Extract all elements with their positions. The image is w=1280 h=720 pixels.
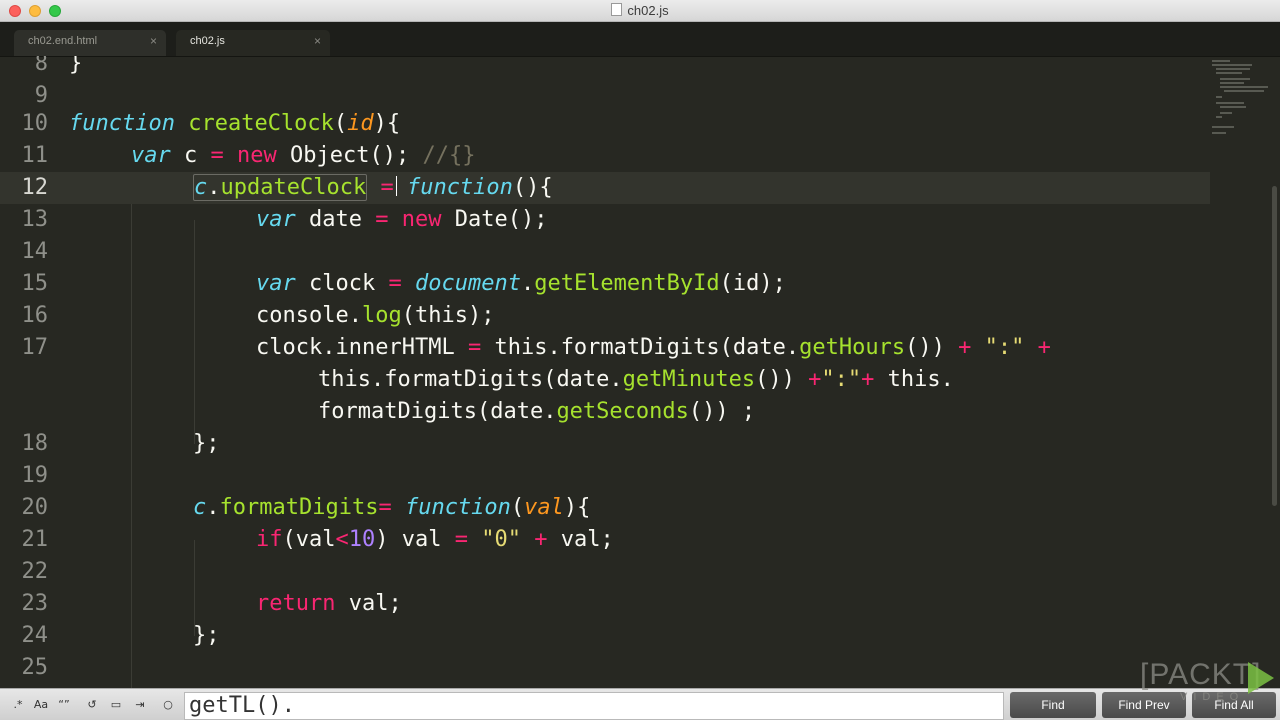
line-number: 19 (21, 463, 49, 488)
tab-ch02-end-html[interactable]: ch02.end.html × (14, 30, 166, 56)
code-text: c.formatDigits= function(val){ (193, 495, 591, 520)
show-context-toggle-icon[interactable]: ○ (158, 696, 178, 714)
line-number: 15 (21, 271, 49, 296)
packt-logo-sub: VIDEO (1180, 691, 1245, 703)
code-text: var clock = document.getElementById(id); (256, 271, 786, 296)
code-text: clock.innerHTML = this.formatDigits(date… (256, 335, 1051, 360)
code-editor[interactable]: 8 } 9 10 function createClock(id){ 11 va… (0, 56, 1280, 688)
code-line: 14 (0, 236, 1210, 268)
find-bar: .* Aa “” ↺ ▭ ⇥ ○ getTL(). Find Find Prev… (0, 688, 1280, 720)
case-sensitive-toggle-icon[interactable]: Aa (31, 696, 51, 714)
line-number: 22 (21, 559, 49, 584)
code-line: 8 } (0, 56, 1210, 80)
tab-label: ch02.end.html (28, 35, 98, 47)
code-line: 19 (0, 460, 1210, 492)
window-title: ch02.js (0, 3, 1280, 18)
close-icon[interactable]: × (150, 30, 157, 52)
line-number: 23 (21, 591, 49, 616)
packt-watermark: [PACKT] VIDEO (1140, 658, 1280, 708)
code-line: 13 var date = new Date(); (0, 204, 1210, 236)
line-number: 12 (21, 175, 49, 200)
text-cursor (396, 176, 397, 196)
line-number: 8 (34, 56, 48, 76)
code-text: console.log(this); (256, 303, 495, 328)
line-number: 16 (21, 303, 49, 328)
tab-bar: ch02.end.html × ch02.js × (0, 22, 1280, 57)
code-line: 25 (0, 652, 1210, 684)
code-line: 23 return val; (0, 588, 1210, 620)
code-line-current: 12 c.updateClock = function(){ (0, 172, 1210, 204)
code-text-wrap: this.formatDigits(date.getMinutes()) +":… (318, 367, 954, 392)
line-number: 21 (21, 527, 49, 552)
code-text: return val; (256, 591, 402, 616)
code-text: }; (193, 623, 220, 648)
tab-label: ch02.js (190, 35, 225, 47)
line-number: 24 (21, 623, 49, 648)
play-icon (1248, 662, 1274, 694)
code-text: function createClock(id){ (69, 111, 401, 136)
line-number: 14 (21, 239, 49, 264)
code-line: 11 var c = new Object(); //{} (0, 140, 1210, 172)
line-number: 10 (21, 111, 49, 136)
highlight-matches-toggle-icon[interactable]: ⇥ (130, 696, 150, 714)
code-text: }; (193, 431, 220, 456)
code-line: 17 clock.innerHTML = this.formatDigits(d… (0, 332, 1210, 428)
packt-logo: [PACKT] (1140, 658, 1262, 691)
code-line: 18 }; (0, 428, 1210, 460)
line-number: 25 (21, 655, 49, 680)
code-line: 20 c.formatDigits= function(val){ (0, 492, 1210, 524)
minimap[interactable] (1210, 56, 1276, 146)
line-number: 18 (21, 431, 49, 456)
vertical-scrollbar[interactable] (1272, 186, 1277, 506)
line-number: 20 (21, 495, 49, 520)
code-text-wrap: formatDigits(date.getSeconds()) ; (318, 399, 756, 424)
in-selection-toggle-icon[interactable]: ▭ (106, 696, 126, 714)
close-icon[interactable]: × (314, 30, 321, 52)
code-line: 24 }; (0, 620, 1210, 652)
regex-toggle-icon[interactable]: .* (8, 696, 28, 714)
title-bar: ch02.js (0, 0, 1280, 22)
code-line: 22 (0, 556, 1210, 588)
wrap-toggle-icon[interactable]: ↺ (82, 696, 102, 714)
line-number: 13 (21, 207, 49, 232)
code-line: 21 if(val<10) val = "0" + val; (0, 524, 1210, 556)
find-button[interactable]: Find (1010, 692, 1096, 718)
code-text: c.updateClock = function(){ (193, 174, 553, 201)
code-text: } (69, 56, 83, 76)
whole-word-toggle-icon[interactable]: “” (54, 696, 74, 714)
code-text: var c = new Object(); //{} (131, 143, 476, 168)
line-number: 17 (21, 335, 49, 360)
document-icon (611, 3, 623, 16)
code-line: 10 function createClock(id){ (0, 108, 1210, 140)
find-input[interactable]: getTL(). (184, 692, 1004, 720)
code-line: 16 console.log(this); (0, 300, 1210, 332)
line-number: 11 (21, 143, 49, 168)
code-text: if(val<10) val = "0" + val; (256, 527, 614, 552)
tab-ch02-js[interactable]: ch02.js × (176, 30, 330, 56)
code-text: var date = new Date(); (256, 207, 548, 232)
code-line: 15 var clock = document.getElementById(i… (0, 268, 1210, 300)
